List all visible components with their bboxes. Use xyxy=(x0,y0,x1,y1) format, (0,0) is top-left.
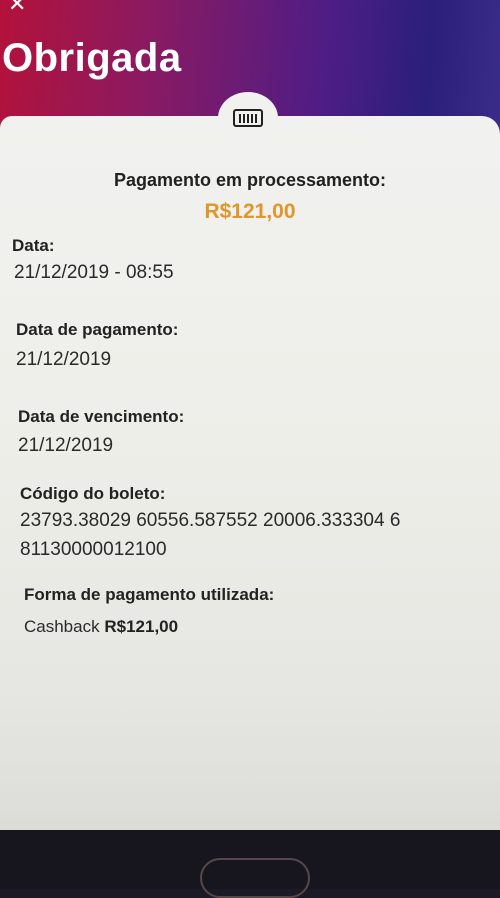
status-text: Pagamento em processamento: xyxy=(113,170,387,190)
page-title: Obrigada xyxy=(2,36,182,80)
payment-method-name: Cashback xyxy=(24,617,100,636)
date-label: Data: xyxy=(12,236,55,255)
boleto-code-line-2: 81130000012100 xyxy=(20,539,167,560)
barcode-icon xyxy=(233,109,263,127)
date-value: 21/12/2019 - 08:55 xyxy=(14,262,174,283)
payment-method-amount: R$121,00 xyxy=(104,617,179,636)
home-button[interactable] xyxy=(200,858,310,898)
payment-date-value: 21/12/2019 xyxy=(16,349,112,370)
payment-date-label: Data de pagamento: xyxy=(16,320,179,339)
due-date-value: 21/12/2019 xyxy=(18,435,114,456)
payment-amount: R$121,00 xyxy=(204,200,296,223)
payment-method-value: Cashback R$121,00 xyxy=(24,612,178,642)
close-icon[interactable]: ✕ xyxy=(8,0,32,15)
payment-method-label: Forma de pagamento utilizada: xyxy=(24,585,275,604)
boleto-code-line-1: 23793.38029 60556.587552 20006.333304 6 xyxy=(20,510,401,531)
due-date-label: Data de vencimento: xyxy=(18,407,185,426)
boleto-code-label: Código do boleto: xyxy=(20,484,166,503)
barcode-badge xyxy=(218,92,278,144)
